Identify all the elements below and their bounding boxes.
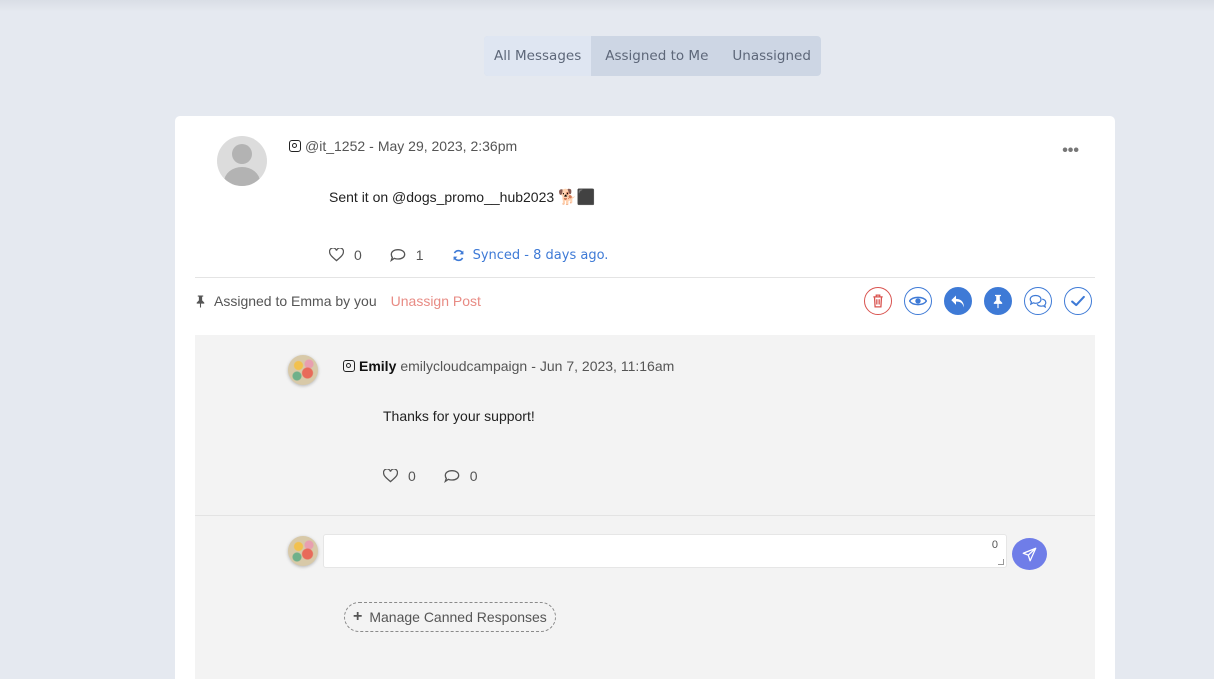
dog-emoji: 🐕‍⬛ bbox=[558, 189, 596, 206]
current-user-avatar bbox=[288, 536, 318, 566]
likes-stat[interactable]: 0 bbox=[329, 247, 362, 263]
manage-canned-responses-button[interactable]: + Manage Canned Responses bbox=[344, 602, 556, 632]
pin-button[interactable] bbox=[984, 287, 1012, 315]
post-card: @it_1252 - May 29, 2023, 2:36pm ••• Sent… bbox=[175, 116, 1115, 679]
reply-stats: 0 0 bbox=[383, 468, 506, 484]
comments-icon bbox=[1029, 294, 1047, 308]
view-button[interactable] bbox=[904, 287, 932, 315]
reply-likes-stat[interactable]: 0 bbox=[383, 468, 416, 484]
more-options-icon[interactable]: ••• bbox=[1062, 142, 1079, 160]
instagram-icon bbox=[289, 140, 301, 152]
divider bbox=[195, 277, 1095, 278]
plus-icon: + bbox=[353, 608, 363, 625]
reply-author-name[interactable]: Emily bbox=[359, 358, 396, 374]
post-meta: @it_1252 - May 29, 2023, 2:36pm bbox=[289, 138, 517, 154]
reply-meta: Emily emilycloudcampaign - Jun 7, 2023, … bbox=[343, 358, 674, 374]
reply-comments-stat[interactable]: 0 bbox=[443, 468, 478, 484]
comment-icon bbox=[389, 248, 406, 262]
instagram-icon bbox=[343, 360, 355, 372]
post-body: Sent it on @dogs_promo__hub2023 bbox=[329, 189, 555, 205]
reply-text: Thanks for your support! bbox=[383, 408, 535, 424]
conversation-button[interactable] bbox=[1024, 287, 1052, 315]
assignment-row: Assigned to Emma by you Unassign Post bbox=[195, 293, 481, 309]
tab-assigned-to-me[interactable]: Assigned to Me bbox=[591, 36, 720, 76]
heart-icon bbox=[383, 469, 398, 483]
pin-icon bbox=[993, 294, 1003, 308]
char-count: 0 bbox=[991, 539, 998, 551]
unassign-post-link[interactable]: Unassign Post bbox=[391, 293, 481, 309]
trash-icon bbox=[873, 294, 883, 308]
assignment-text: Assigned to Emma by you bbox=[214, 293, 377, 309]
send-button[interactable] bbox=[1012, 538, 1047, 570]
post-stats: 0 1 Synced - 8 days ago. bbox=[329, 247, 608, 263]
post-timestamp: May 29, 2023, 2:36pm bbox=[377, 138, 518, 154]
reply-handle[interactable]: emilycloudcampaign bbox=[400, 358, 527, 374]
post-actions bbox=[864, 287, 1092, 315]
top-shadow bbox=[0, 0, 1214, 12]
reply-button[interactable] bbox=[944, 287, 972, 315]
sync-icon bbox=[452, 249, 464, 261]
author-avatar[interactable] bbox=[217, 136, 267, 186]
tab-all-messages[interactable]: All Messages bbox=[484, 36, 592, 76]
tab-unassigned[interactable]: Unassigned bbox=[720, 36, 821, 76]
resize-handle[interactable] bbox=[998, 559, 1004, 565]
comment-icon bbox=[443, 469, 460, 483]
check-icon bbox=[1071, 295, 1085, 307]
message-filter-tabs: All Messages Assigned to Me Unassigned bbox=[484, 36, 821, 76]
meta-separator: - bbox=[369, 138, 374, 154]
comments-stat[interactable]: 1 bbox=[389, 247, 424, 263]
sync-text: Synced - 8 days ago. bbox=[472, 247, 609, 263]
heart-icon bbox=[329, 248, 344, 262]
comments-count: 1 bbox=[415, 247, 424, 263]
reply-author-avatar[interactable] bbox=[288, 355, 318, 385]
reply-compose-box: 0 bbox=[323, 534, 1007, 568]
eye-icon bbox=[909, 296, 927, 306]
delete-button[interactable] bbox=[864, 287, 892, 315]
reply-panel: Emily emilycloudcampaign - Jun 7, 2023, … bbox=[195, 335, 1095, 679]
likes-count: 0 bbox=[354, 247, 362, 263]
reply-icon bbox=[951, 295, 964, 307]
send-icon bbox=[1022, 547, 1037, 561]
post-text: Sent it on @dogs_promo__hub2023 🐕‍⬛ bbox=[329, 188, 595, 206]
reply-comments-count: 0 bbox=[469, 468, 478, 484]
reply-likes-count: 0 bbox=[408, 468, 416, 484]
reply-timestamp: Jun 7, 2023, 11:16am bbox=[539, 358, 675, 374]
pin-icon bbox=[196, 295, 205, 307]
mark-complete-button[interactable] bbox=[1064, 287, 1092, 315]
reply-input[interactable] bbox=[324, 535, 1006, 567]
post-handle[interactable]: @it_1252 bbox=[305, 138, 365, 154]
canned-label: Manage Canned Responses bbox=[369, 609, 547, 625]
sync-status: Synced - 8 days ago. bbox=[452, 247, 609, 263]
meta-separator: - bbox=[531, 358, 536, 374]
divider bbox=[195, 515, 1095, 516]
